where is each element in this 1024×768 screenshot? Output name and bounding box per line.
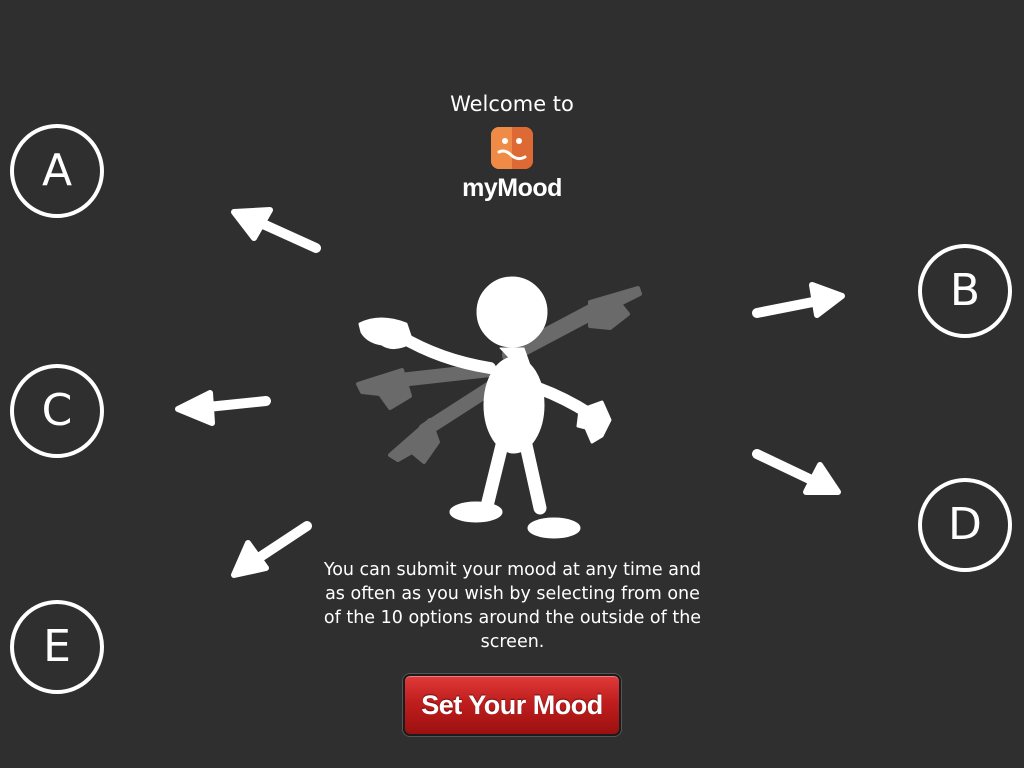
set-your-mood-button[interactable]: Set Your Mood bbox=[403, 674, 621, 736]
instructions-text: You can submit your mood at any time and… bbox=[323, 560, 702, 652]
arrow-right-icon bbox=[752, 282, 845, 318]
arrow-down-left-icon bbox=[231, 521, 312, 578]
arrow-down-right-icon bbox=[752, 449, 841, 495]
arrow-left-icon bbox=[175, 390, 271, 426]
arrow-up-left-icon bbox=[231, 207, 321, 253]
stick-figure-pointing-icon bbox=[356, 276, 642, 539]
